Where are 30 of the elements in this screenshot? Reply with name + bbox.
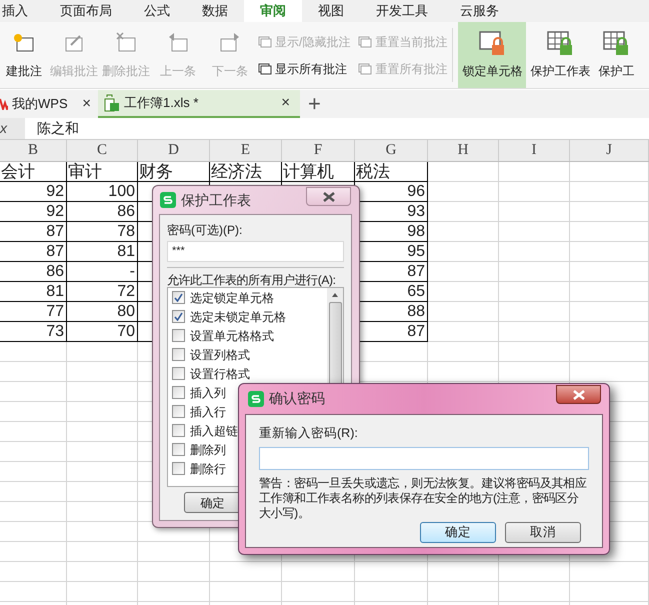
table-cell: 会计 [0,162,67,182]
table-cell: 92 [0,202,67,222]
table-cell: 100 [67,182,138,202]
table-cell: 财务 [138,162,210,182]
table-cell: 80 [67,302,138,322]
table-cell: 81 [67,242,138,262]
password-label: 密码(可选)(P): [167,222,244,239]
table-cell: - [67,262,138,282]
table-cell: 审计 [67,162,138,182]
warning-text: 警告：密码一旦丢失或遗忘，则无法恢复。建议将密码及其相应工作簿和工作表名称的列表保存在安全的地方(注意，密码区分大小写)。 [259,476,588,521]
table-cell: 税法 [355,162,428,182]
table-cell: 81 [0,282,67,302]
table-cell: 92 [0,182,67,202]
table-cell: 87 [0,222,67,242]
dialog-title: 保护工作表 [181,190,251,210]
table-cell: 计算机 [282,162,355,182]
table-cell: 70 [67,322,138,342]
reenter-password-label: 重新输入密码(R): [259,425,359,442]
table-cell: 73 [0,322,67,342]
table-cell: 72 [67,282,138,302]
table-cell: 86 [67,202,138,222]
permissions-label: 允许此工作表的所有用户进行(A): [167,273,337,287]
table-cell: 87 [0,242,67,262]
table-cell: 78 [67,222,138,242]
table-cell: 77 [0,302,67,322]
table-cell: 经济法 [210,162,282,182]
tab-title: 我的WPS [12,95,69,114]
dialog-title: 确认密码 [269,389,325,408]
tab-title: 工作簿1.xls * [124,94,200,112]
table-cell: 86 [0,262,67,282]
